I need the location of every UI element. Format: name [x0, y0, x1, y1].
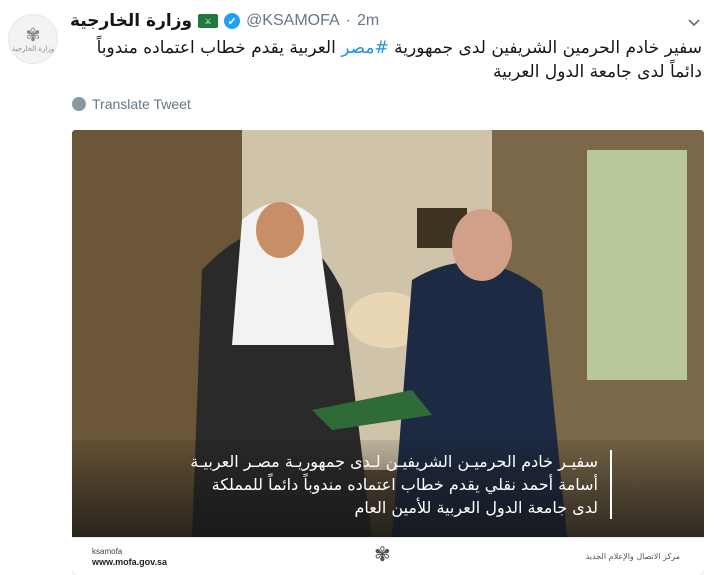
tweet-text-before: سفير خادم الحرمين الشريفين لدى جمهورية	[388, 38, 702, 58]
saudi-flag-icon: ⚔	[198, 14, 219, 28]
display-name[interactable]: وزارة الخارجية	[70, 11, 192, 31]
footer-contact: ksamofa www.mofa.gov.sa	[92, 546, 167, 568]
footer-url: www.mofa.gov.sa	[92, 557, 168, 567]
avatar[interactable]: ✾ وزارة الخارجية	[8, 14, 58, 64]
tweet-media[interactable]: سفيـر خادم الحرميـن الشريفيـن لـدى جمهور…	[72, 130, 704, 575]
tweet-text: سفير خادم الحرمين الشريفين لدى جمهورية #…	[70, 36, 702, 84]
tweet-header: وزارة الخارجية ⚔ ✓ @KSAMOFA · 2m	[70, 8, 668, 34]
caption-line: سفيـر خادم الحرميـن الشريفيـن لـدى جمهور…	[190, 452, 598, 471]
footer-handle: ksamofa	[92, 547, 123, 556]
caption-line: أسامة أحمد نقلي يقدم خطاب اعتماده مندوبا…	[211, 475, 598, 494]
verified-badge-icon: ✓	[224, 13, 241, 29]
hashtag-link[interactable]: #مصر	[341, 38, 388, 58]
image-footer: ksamofa www.mofa.gov.sa ✾ مركز الاتصال و…	[72, 537, 704, 575]
time-separator: ·	[345, 12, 351, 29]
avatar-caption: وزارة الخارجية	[11, 44, 55, 53]
chevron-down-icon[interactable]	[686, 14, 702, 30]
emblem-icon: ✾	[25, 24, 41, 45]
globe-icon	[72, 97, 86, 111]
translate-label: Translate Tweet	[92, 96, 191, 112]
footer-center-name: مركز الاتصال والإعلام الجديد	[585, 552, 680, 561]
timestamp[interactable]: 2m	[357, 12, 379, 30]
translate-tweet-link[interactable]: Translate Tweet	[72, 96, 191, 112]
caption-line: لدى جامعة الدول العربية للأمين العام	[354, 498, 598, 517]
handle[interactable]: @KSAMOFA	[246, 12, 340, 30]
emblem-icon: ✾	[374, 544, 391, 566]
image-caption: سفيـر خادم الحرميـن الشريفيـن لـدى جمهور…	[190, 450, 612, 519]
